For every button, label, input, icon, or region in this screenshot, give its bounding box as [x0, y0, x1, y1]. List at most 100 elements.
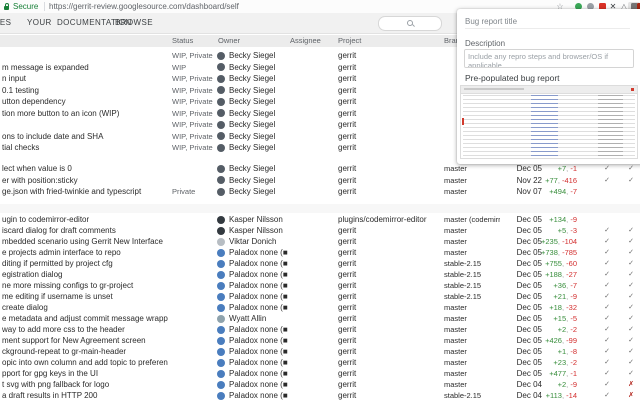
change-owner: Becky Siegel: [229, 164, 276, 173]
verified-mark: ✓: [628, 337, 634, 344]
change-subject: tion more button to an icon (WIP): [2, 108, 120, 118]
change-branch: stable-2.15: [444, 391, 482, 400]
change-branch: master: [444, 175, 467, 185]
change-updated: Nov 22: [516, 175, 542, 185]
code-review-mark: ✓: [604, 282, 610, 289]
thumbnail-header: [461, 86, 637, 94]
owner-avatar: [217, 120, 225, 129]
change-row[interactable]: a draft results in HTTP 200 Paladox none …: [0, 390, 640, 400]
description-textarea[interactable]: [464, 49, 634, 68]
verified-mark: ✓: [628, 282, 634, 289]
code-review-mark: ✓: [604, 359, 610, 366]
code-review-mark: ✓: [604, 176, 610, 184]
owner-avatar: [217, 391, 225, 400]
change-updated: Nov 07: [516, 187, 542, 196]
change-project: gerrit: [338, 248, 357, 257]
change-updated: Dec 05: [516, 325, 542, 334]
change-row[interactable]: way to add more css to the header Paladox…: [0, 324, 640, 335]
column-header-project: Project: [338, 36, 362, 45]
owner-avatar: [217, 164, 225, 173]
change-size: +235, -104: [541, 237, 577, 246]
change-subject: diting if permitted by project cfg: [2, 259, 113, 268]
change-row[interactable]: ne more missing configs to gr-project Pal…: [0, 280, 640, 291]
owner-avatar: [217, 314, 225, 323]
change-updated: Dec 05: [516, 215, 542, 224]
change-row[interactable]: ment support for New Agreement screen Pal…: [0, 335, 640, 346]
verified-mark: ✓: [628, 165, 634, 172]
change-status: WIP, Private: [172, 74, 213, 83]
bug-report-screenshot-thumbnail: [460, 85, 638, 159]
change-project: gerrit: [338, 391, 357, 400]
change-size: +755, -60: [545, 259, 577, 268]
change-subject: ment support for New Agreement screen: [2, 336, 146, 345]
change-row[interactable]: ckground-repeat to gr-main-header Paladox…: [0, 346, 640, 357]
change-owner: Becky Siegel: [229, 175, 276, 185]
change-size: +2, -2: [557, 325, 577, 334]
change-row[interactable]: ge.json with fried-twinkie and typescrip…: [0, 186, 640, 198]
change-row[interactable]: create dialog Paladox none (■+■) gerrit mas…: [0, 302, 640, 313]
security-label: Secure: [13, 2, 39, 11]
change-row[interactable]: me editing if username is unset Paladox n…: [0, 291, 640, 302]
screenshot-root: Secure https://gerrit-review.googlesourc…: [0, 0, 640, 400]
change-project: gerrit: [338, 175, 357, 185]
change-project: gerrit: [338, 259, 357, 268]
change-status: WIP, Private: [172, 120, 213, 129]
owner-avatar: [217, 51, 225, 60]
search-input[interactable]: [378, 15, 442, 31]
change-subject: utton dependency: [2, 97, 66, 106]
change-size: +477, -1: [549, 369, 577, 378]
change-project: gerrit: [338, 314, 357, 323]
change-owner: Paladox none (■+■): [229, 347, 288, 356]
change-updated: Dec 05: [516, 237, 542, 246]
change-row[interactable]: lect when value is 0 Becky Siegel gerrit ma…: [0, 163, 640, 175]
change-owner: Kasper Nilsson: [229, 215, 283, 224]
bug-title-input[interactable]: [465, 14, 630, 29]
verified-mark: ✓: [628, 176, 634, 184]
change-row[interactable]: pport for gpg keys in the UI Paladox none…: [0, 368, 640, 379]
change-project: gerrit: [338, 303, 357, 312]
change-branch: master: [444, 380, 467, 389]
change-row[interactable]: e metadata and adjust commit message wra…: [0, 313, 640, 324]
menu-item-changes[interactable]: CHANGES: [0, 13, 11, 33]
address-bar-url[interactable]: https://gerrit-review.googlesource.com/d…: [49, 2, 239, 11]
change-size: +7, -1: [557, 164, 577, 173]
change-owner: Becky Siegel: [229, 143, 276, 152]
change-row[interactable]: mbedded scenario using Gerrit New Interf…: [0, 236, 640, 247]
change-row[interactable]: diting if permitted by project cfg Palado…: [0, 258, 640, 269]
change-branch: master: [444, 303, 467, 312]
change-row[interactable]: er with position:sticky Becky Siegel gerri…: [0, 175, 640, 187]
change-updated: Dec 05: [516, 336, 542, 345]
change-row[interactable]: e projects admin interface to repo Palado…: [0, 247, 640, 258]
change-branch: stable-2.15: [444, 281, 482, 290]
code-review-mark: ✓: [604, 165, 610, 172]
change-owner: Paladox none (■+■): [229, 281, 288, 290]
change-size: +36, -7: [553, 281, 577, 290]
change-row[interactable]: opic into own column and add topic to pr…: [0, 357, 640, 368]
change-size: +113, -14: [545, 391, 577, 400]
change-owner: Viktar Donich: [229, 237, 277, 246]
change-status: WIP, Private: [172, 51, 213, 60]
prepopulate-heading: Pre-populated bug report: [465, 73, 560, 83]
verified-mark: ✗: [628, 392, 634, 399]
change-owner: Paladox none (■+■): [229, 303, 288, 312]
change-row[interactable]: t svg with png fallback for logo Paladox …: [0, 379, 640, 390]
code-review-mark: ✓: [604, 293, 610, 300]
code-review-mark: ✓: [604, 304, 610, 311]
column-header-owner: Owner: [218, 36, 241, 45]
owner-avatar: [217, 86, 225, 95]
change-updated: Dec 05: [516, 270, 542, 279]
owner-avatar: [217, 109, 225, 118]
menu-item-browse[interactable]: BROWSE: [115, 13, 153, 33]
owner-avatar: [217, 270, 225, 279]
change-owner: Wyatt Allin: [229, 314, 267, 323]
change-project: gerrit: [338, 325, 357, 334]
change-status: WIP, Private: [172, 131, 213, 141]
code-review-mark: ✓: [604, 227, 610, 234]
change-status: WIP, Private: [172, 108, 213, 118]
change-row[interactable]: iscard dialog for draft comments Kasper N…: [0, 225, 640, 236]
verified-mark: ✓: [628, 271, 634, 278]
menu-item-your[interactable]: YOUR: [27, 13, 52, 33]
change-row[interactable]: ugin to codemirror-editor Kasper Nilsson p…: [0, 214, 640, 225]
change-size: +23, -2: [553, 358, 577, 367]
change-row[interactable]: egistration dialog Paladox none (■+■) gerr…: [0, 269, 640, 280]
